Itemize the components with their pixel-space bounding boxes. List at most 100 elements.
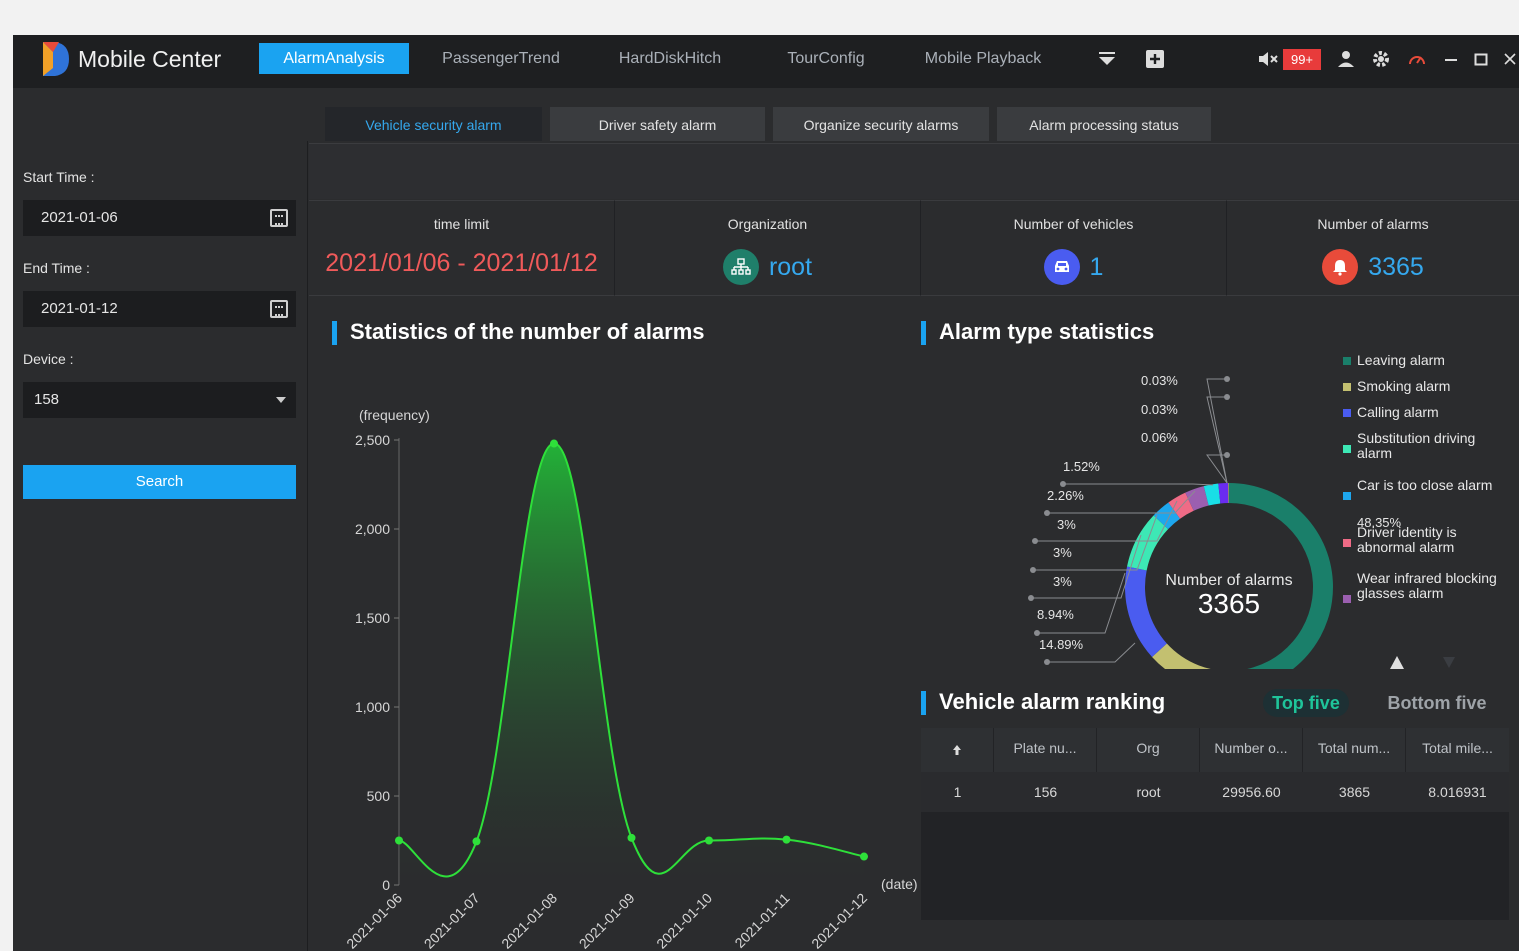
subtab-alarm-processing-status[interactable]: Alarm processing status: [997, 107, 1211, 143]
percent-label: 1.52%: [1063, 459, 1100, 474]
close-icon[interactable]: [1501, 48, 1519, 70]
end-time-value: 2021-01-12: [41, 300, 118, 317]
device-select[interactable]: 158: [23, 382, 296, 418]
performance-gauge-icon[interactable]: [1407, 48, 1427, 70]
stat-organization-label: Organization: [727, 216, 808, 232]
minimize-icon[interactable]: [1441, 48, 1461, 70]
legend-item[interactable]: Car is too close alarm: [1357, 478, 1507, 493]
donut-chart-title: Alarm type statistics: [921, 319, 1154, 345]
leader-dot: [1044, 659, 1050, 665]
leader-line: [1037, 572, 1126, 634]
mute-icon[interactable]: [1257, 48, 1281, 70]
stat-time-limit-value: 2021/01/06 - 2021/01/12: [325, 249, 598, 277]
bottom-five-tab[interactable]: Bottom five: [1379, 689, 1495, 717]
maximize-icon[interactable]: [1471, 48, 1491, 70]
table-cell: 3865: [1303, 772, 1406, 812]
leader-line: [1063, 483, 1214, 486]
stat-organization-value-row: root: [615, 249, 920, 285]
legend-item[interactable]: Substitution driving alarm: [1357, 431, 1507, 461]
column-header-total-mile[interactable]: Total mile...: [1406, 728, 1509, 772]
add-tab-icon[interactable]: [1145, 48, 1165, 70]
nav-tab-hard-disk-hitch[interactable]: HardDiskHitch: [605, 43, 735, 74]
x-tick-label: 2021-01-09: [576, 890, 638, 951]
series-area: [399, 443, 864, 885]
y-axis-label: (frequency): [359, 407, 430, 423]
legend-item[interactable]: Wear infrared blocking glasses alarm: [1357, 571, 1507, 601]
nav-tab-passenger-trend[interactable]: PassengerTrend: [433, 43, 569, 74]
table-cell: 8.016931: [1406, 772, 1509, 812]
leader-dot: [1224, 394, 1230, 400]
app-logo-icon: [43, 42, 69, 76]
alarm-type-donut-chart: Number of alarms3365 0.03% 0.03% 0.06% 1.52%…: [1028, 373, 1333, 669]
leader-dot: [1224, 376, 1230, 382]
legend-swatch[interactable]: [1343, 595, 1351, 603]
percent-label: 3%: [1053, 545, 1072, 560]
end-time-field[interactable]: 2021-01-12: [23, 291, 296, 327]
stat-organization-value: root: [768, 252, 813, 281]
column-header-total-num[interactable]: Total num...: [1303, 728, 1406, 772]
percent-label: 3%: [1057, 517, 1076, 532]
device-value: 158: [34, 391, 60, 408]
legend-swatch[interactable]: [1343, 445, 1351, 453]
start-time-value: 2021-01-06: [41, 209, 118, 226]
column-header-number[interactable]: Number o...: [1200, 728, 1303, 772]
percent-label: 0.03%: [1141, 402, 1178, 417]
data-point: [705, 836, 713, 845]
legend-item[interactable]: Calling alarm: [1357, 405, 1507, 420]
table-cell: 156: [994, 772, 1097, 812]
y-tick-label: 2,500: [355, 432, 390, 448]
chevron-down-icon: [276, 397, 286, 403]
user-icon[interactable]: [1336, 48, 1356, 70]
search-button[interactable]: Search: [23, 465, 296, 499]
leader-dot: [1044, 510, 1050, 516]
leader-dot: [1034, 630, 1040, 636]
legend-swatch[interactable]: [1343, 383, 1351, 391]
nav-tab-mobile-playback[interactable]: Mobile Playback: [913, 43, 1053, 74]
legend-swatch[interactable]: [1343, 409, 1351, 417]
settings-gear-icon[interactable]: [1371, 48, 1391, 70]
x-tick-label: 2021-01-10: [653, 890, 715, 951]
y-tick-label: 1,500: [355, 610, 390, 626]
end-time-label: End Time :: [23, 260, 90, 276]
data-point: [860, 852, 868, 861]
donut-slice: [1127, 515, 1169, 571]
more-tabs-dropdown-icon[interactable]: [1097, 48, 1117, 70]
y-tick-label: 500: [367, 788, 391, 804]
leader-line: [1206, 378, 1228, 484]
calendar-icon[interactable]: [270, 300, 288, 318]
legend-item[interactable]: Leaving alarm: [1357, 353, 1507, 368]
start-time-label: Start Time :: [23, 169, 95, 185]
percent-label: 48.35%: [1357, 515, 1402, 530]
subtab-vehicle-security-alarm[interactable]: Vehicle security alarm: [325, 107, 542, 143]
app-window: Mobile Center AlarmAnalysis PassengerTre…: [13, 35, 1519, 951]
legend-swatch[interactable]: [1343, 539, 1351, 547]
app-title: Mobile Center: [78, 46, 222, 72]
percent-label: 14.89%: [1039, 637, 1084, 652]
start-time-field[interactable]: 2021-01-06: [23, 200, 296, 236]
sort-column-header[interactable]: [921, 728, 994, 772]
column-header-org[interactable]: Org: [1097, 728, 1200, 772]
calendar-icon[interactable]: [270, 209, 288, 227]
legend-item[interactable]: Smoking alarm: [1357, 379, 1507, 394]
nav-tab-tour-config[interactable]: TourConfig: [771, 43, 881, 74]
leader-line: [1031, 534, 1142, 599]
alarm-count-area-chart: 0 500 1,000 1,500 2,000 2,500 (frequency) (date…: [343, 407, 917, 951]
stat-vehicles-value-row: 1: [921, 249, 1226, 285]
legend-page-up-icon[interactable]: [1390, 655, 1404, 669]
column-header-plate[interactable]: Plate nu...: [994, 728, 1097, 772]
y-tick-label: 1,000: [355, 699, 390, 715]
data-point: [782, 835, 791, 844]
legend-swatch[interactable]: [1343, 492, 1351, 500]
legend-page-down-icon[interactable]: [1443, 657, 1455, 669]
legend-swatch[interactable]: [1343, 357, 1351, 365]
subtab-organize-security-alarms[interactable]: Organize security alarms: [773, 107, 989, 143]
alarm-count-badge[interactable]: 99+: [1283, 49, 1321, 70]
stat-card-time-limit: time limit 2021/01/06 - 2021/01/12: [309, 200, 615, 296]
stat-alarms-value-row: 3365: [1227, 249, 1519, 285]
nav-tab-alarm-analysis[interactable]: AlarmAnalysis: [259, 43, 409, 74]
ranking-title: Vehicle alarm ranking: [921, 689, 1165, 715]
leader-dot: [1224, 452, 1230, 458]
x-tick-label: 2021-01-06: [343, 890, 405, 951]
subtab-driver-safety-alarm[interactable]: Driver safety alarm: [550, 107, 765, 143]
top-five-tab[interactable]: Top five: [1263, 689, 1349, 717]
